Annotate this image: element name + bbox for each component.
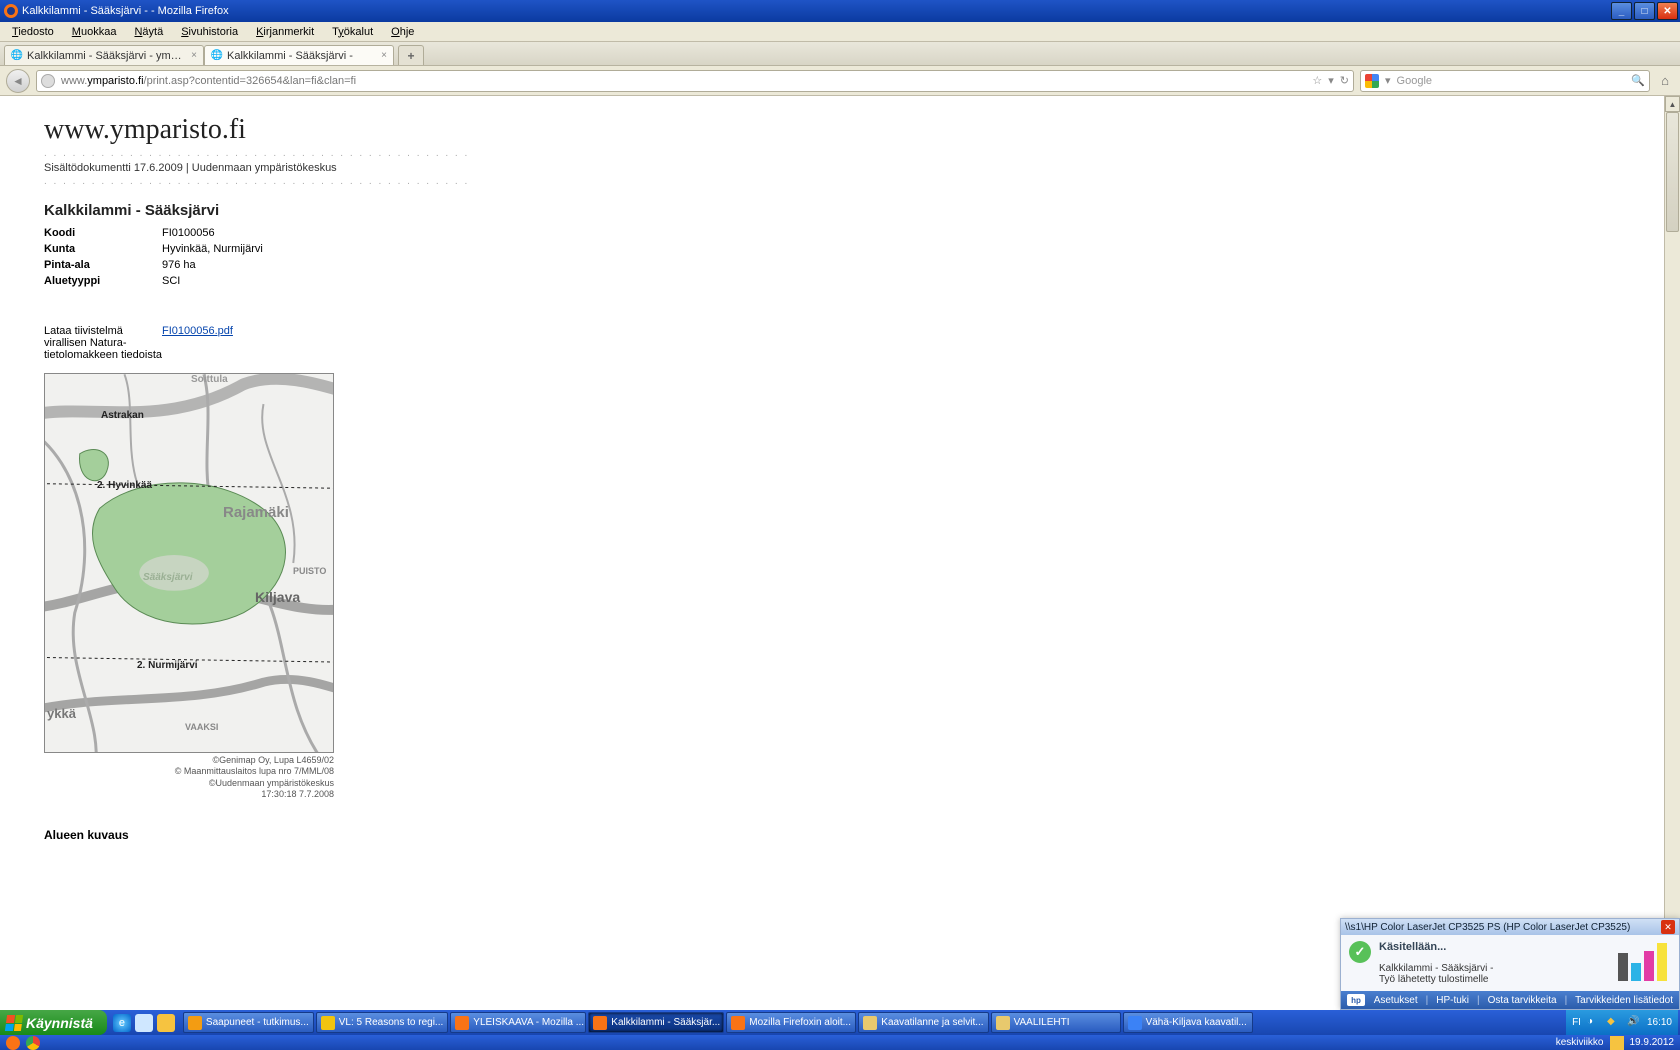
tab-label: Kalkkilammi - Sääksjärvi - ymparisto.fi	[27, 50, 187, 62]
url-field[interactable]: www.ymparisto.fi/print.asp?contentid=326…	[36, 70, 1354, 92]
task-button[interactable]: Vähä-Kiljava kaavatil...	[1123, 1012, 1253, 1033]
task-button[interactable]: VAALILEHTI	[991, 1012, 1121, 1033]
tray-icon[interactable]: ◑	[1587, 1016, 1601, 1030]
menu-bookmarks[interactable]: Kirjanmerkit	[248, 25, 322, 39]
google-icon	[1365, 74, 1379, 88]
firefox-icon	[4, 4, 18, 18]
toast-link-supply-info[interactable]: Tarvikkeiden lisätiedot	[1575, 995, 1673, 1006]
maximize-button[interactable]: □	[1634, 2, 1655, 20]
search-icon[interactable]: 🔍	[1631, 74, 1645, 87]
toast-heading: Käsitellään...	[1379, 941, 1610, 953]
download-link[interactable]: FI0100056.pdf	[162, 325, 233, 337]
clock-day: keskiviikko	[1556, 1037, 1604, 1048]
area-map: Astrakan Soittula 2. Hyvinkää Rajamäki P…	[44, 373, 334, 753]
toast-link-settings[interactable]: Asetukset	[1374, 995, 1418, 1006]
page-viewport: www.ymparisto.fi . . . . . . . . . . . .…	[0, 96, 1680, 1010]
menu-view[interactable]: Näytä	[126, 25, 171, 39]
taskbar: Käynnistä e Saapuneet - tutkimus...VL: 5…	[0, 1010, 1680, 1050]
browser-tab[interactable]: 🌐 Kalkkilammi - Sääksjärvi - ×	[204, 45, 394, 65]
map-caption: ©Genimap Oy, Lupa L4659/02 © Maanmittaus…	[44, 755, 334, 800]
back-button[interactable]: ◄	[6, 69, 30, 93]
window-title-bar: Kalkkilammi - Sääksjärvi - - Mozilla Fir…	[0, 0, 1680, 22]
browser-tab[interactable]: 🌐 Kalkkilammi - Sääksjärvi - ymparisto.f…	[4, 45, 204, 65]
download-label: Lataa tiivistelmä virallisen Natura-tiet…	[44, 325, 162, 361]
task-button[interactable]: YLEISKAAVA - Mozilla ...	[450, 1012, 586, 1033]
toast-link-supplies[interactable]: Osta tarvikkeita	[1488, 995, 1557, 1006]
site-logo-text: www.ymparisto.fi	[44, 114, 1680, 146]
language-indicator[interactable]: FI	[1572, 1017, 1581, 1028]
task-button[interactable]: Kaavatilanne ja selvit...	[858, 1012, 988, 1033]
toast-title: \\s1\HP Color LaserJet CP3525 PS (HP Col…	[1345, 922, 1630, 933]
bookmark-star-icon[interactable]: ☆	[1312, 74, 1322, 87]
menu-bar: Tiedosto Muokkaa Näytä Sivuhistoria Kirj…	[0, 22, 1680, 42]
ink-levels-icon	[1618, 941, 1671, 981]
section-heading: Alueen kuvaus	[44, 828, 1680, 842]
firefox-quick-icon[interactable]	[6, 1036, 20, 1050]
vertical-scrollbar[interactable]: ▲ ▼	[1664, 96, 1680, 1010]
task-button[interactable]: Kalkkilammi - Sääksjär...	[588, 1012, 724, 1033]
page-title: Kalkkilammi - Sääksjärvi	[44, 202, 1680, 219]
windows-logo-icon	[5, 1015, 23, 1031]
url-text: www.ymparisto.fi/print.asp?contentid=326…	[61, 75, 1306, 87]
doc-meta: Sisältödokumentti 17.6.2009 | Uudenmaan …	[44, 162, 1680, 174]
menu-file[interactable]: Tiedosto	[4, 25, 62, 39]
printer-notification: \\s1\HP Color LaserJet CP3525 PS (HP Col…	[1340, 918, 1680, 1010]
menu-tools[interactable]: Työkalut	[324, 25, 381, 39]
window-title: Kalkkilammi - Sääksjärvi - - Mozilla Fir…	[22, 5, 229, 17]
chrome-quick-icon[interactable]	[26, 1036, 40, 1050]
tab-strip: 🌐 Kalkkilammi - Sääksjärvi - ymparisto.f…	[0, 42, 1680, 66]
desktop-icon[interactable]	[135, 1014, 153, 1032]
tray-calendar-icon[interactable]	[1610, 1036, 1624, 1050]
home-button[interactable]: ⌂	[1656, 72, 1674, 90]
navigation-toolbar: ◄ www.ymparisto.fi/print.asp?contentid=3…	[0, 66, 1680, 96]
task-button[interactable]: VL: 5 Reasons to regi...	[316, 1012, 449, 1033]
clock-time: 16:10	[1647, 1018, 1672, 1028]
search-placeholder: Google	[1397, 75, 1432, 87]
close-tab-icon[interactable]: ×	[191, 50, 197, 61]
info-table: KoodiFI0100056 KuntaHyvinkää, Nurmijärvi…	[44, 227, 1680, 287]
hp-logo-icon: hp	[1347, 994, 1365, 1006]
checkmark-icon: ✓	[1349, 941, 1371, 963]
tab-label: Kalkkilammi - Sääksjärvi -	[227, 50, 377, 62]
minimize-button[interactable]: _	[1611, 2, 1632, 20]
search-field[interactable]: ▾ Google 🔍	[1360, 70, 1650, 92]
scroll-thumb[interactable]	[1666, 112, 1679, 232]
close-button[interactable]: ✕	[1657, 2, 1678, 20]
site-identity-icon[interactable]	[41, 74, 55, 88]
scroll-up-button[interactable]: ▲	[1665, 96, 1680, 112]
toast-link-support[interactable]: HP-tuki	[1436, 995, 1469, 1006]
system-tray[interactable]: FI ◑ ◆ 🔊 16:10	[1566, 1010, 1678, 1035]
lotus-icon[interactable]	[157, 1014, 175, 1032]
new-tab-button[interactable]: +	[398, 45, 424, 65]
ie-icon[interactable]: e	[113, 1014, 131, 1032]
close-tab-icon[interactable]: ×	[381, 50, 387, 61]
favicon-icon: 🌐	[11, 50, 23, 62]
toast-close-button[interactable]: ✕	[1661, 920, 1675, 934]
tray-shield-icon[interactable]: ◆	[1607, 1016, 1621, 1030]
start-button[interactable]: Käynnistä	[0, 1010, 107, 1035]
task-button[interactable]: Saapuneet - tutkimus...	[183, 1012, 314, 1033]
menu-history[interactable]: Sivuhistoria	[173, 25, 246, 39]
dropdown-icon[interactable]: ▾	[1328, 74, 1334, 87]
tray-volume-icon[interactable]: 🔊	[1627, 1016, 1641, 1030]
task-button[interactable]: Mozilla Firefoxin aloit...	[726, 1012, 856, 1033]
reload-icon[interactable]: ↻	[1340, 74, 1349, 87]
favicon-icon: 🌐	[211, 50, 223, 62]
clock-date: 19.9.2012	[1630, 1037, 1675, 1048]
menu-edit[interactable]: Muokkaa	[64, 25, 125, 39]
menu-help[interactable]: Ohje	[383, 25, 422, 39]
